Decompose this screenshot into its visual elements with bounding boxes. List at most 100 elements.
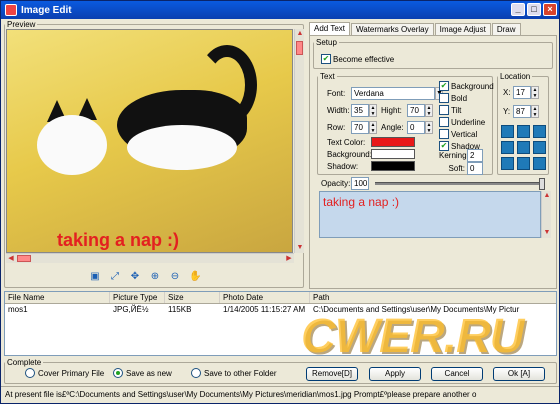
- text-content-scrollbar[interactable]: ▲ ▼: [541, 191, 551, 238]
- save-to-other-folder-label: Save to other Folder: [204, 368, 277, 378]
- radio-icon[interactable]: [25, 368, 35, 378]
- font-select[interactable]: Verdana: [351, 87, 435, 100]
- cell-size: 115KB: [168, 305, 192, 314]
- option-tilt-checkbox[interactable]: Tilt: [439, 105, 461, 115]
- zoom-out-icon[interactable]: ⊖: [169, 271, 181, 283]
- save-to-other-folder-radio[interactable]: Save to other Folder: [191, 368, 276, 378]
- hight-input[interactable]: 70: [407, 104, 425, 117]
- kerning-input[interactable]: 2: [467, 149, 483, 162]
- angle-spinner[interactable]: ▲ ▼: [425, 121, 433, 134]
- position-cell[interactable]: [517, 141, 530, 154]
- checkbox-icon[interactable]: [439, 93, 449, 103]
- row-input[interactable]: 70: [351, 121, 369, 134]
- location-x-input[interactable]: 17: [513, 86, 531, 99]
- hight-spinner[interactable]: ▲ ▼: [425, 104, 433, 117]
- checkbox-icon[interactable]: [439, 117, 449, 127]
- apply-button[interactable]: Apply: [369, 367, 421, 381]
- move-icon[interactable]: ✥: [129, 271, 141, 283]
- opacity-slider-track[interactable]: [375, 182, 543, 185]
- hand-icon[interactable]: ✋: [189, 271, 201, 283]
- position-cell[interactable]: [533, 157, 546, 170]
- width-input[interactable]: 35: [351, 104, 369, 117]
- position-cell[interactable]: [533, 125, 546, 138]
- setup-legend: Setup: [316, 38, 337, 47]
- cancel-button[interactable]: Cancel: [431, 367, 483, 381]
- angle-input[interactable]: 0: [407, 121, 425, 134]
- cover-primary-label: Cover Primary File: [38, 368, 105, 378]
- option-background-checkbox[interactable]: ✔ Background: [439, 81, 494, 91]
- scroll-down-icon[interactable]: ▼: [542, 228, 552, 238]
- checkbox-checked-icon[interactable]: ✔: [439, 81, 449, 91]
- tab-watermarks-overlay[interactable]: Watermarks Overlay: [350, 23, 434, 35]
- ok-button[interactable]: Ok [A]: [493, 367, 545, 381]
- minimize-button[interactable]: _: [511, 3, 525, 16]
- become-effective-checkbox[interactable]: ✔ Become effective: [321, 54, 394, 64]
- position-cell[interactable]: [501, 157, 514, 170]
- row-spinner[interactable]: ▲ ▼: [369, 121, 377, 134]
- column-photo-date[interactable]: Photo Date: [220, 292, 310, 303]
- background-color-label: Background:: [327, 149, 372, 159]
- option-label: Bold: [451, 93, 468, 103]
- location-y-spinner[interactable]: ▲ ▼: [531, 105, 539, 118]
- fit-icon[interactable]: ⤢: [109, 271, 121, 283]
- maximize-button[interactable]: □: [527, 3, 541, 16]
- save-as-new-radio[interactable]: Save as new: [113, 368, 172, 378]
- tab-draw[interactable]: Draw: [491, 23, 521, 35]
- option-bold-checkbox[interactable]: Bold: [439, 93, 467, 103]
- image-edit-window: Image Edit _ □ × Preview taking a nap :)…: [0, 0, 560, 404]
- position-cell[interactable]: [501, 125, 514, 138]
- option-underline-checkbox[interactable]: Underline: [439, 117, 485, 127]
- scroll-thumb[interactable]: [296, 41, 303, 55]
- complete-legend: Complete: [7, 358, 42, 367]
- tab-image-adjust[interactable]: Image Adjust: [434, 23, 491, 35]
- preview-horizontal-scrollbar[interactable]: ◀ ▶: [6, 253, 294, 263]
- position-cell[interactable]: [517, 157, 530, 170]
- scroll-right-icon[interactable]: ▶: [284, 254, 294, 264]
- option-label: Tilt: [451, 105, 462, 115]
- scroll-up-icon[interactable]: ▲: [295, 29, 305, 39]
- location-y-input[interactable]: 87: [513, 105, 531, 118]
- checkbox-icon[interactable]: [439, 105, 449, 115]
- scroll-up-icon[interactable]: ▲: [542, 191, 552, 201]
- checkbox-checked-icon[interactable]: ✔: [321, 54, 331, 64]
- file-list-header: File Name Picture Type Size Photo Date P…: [5, 292, 556, 304]
- position-cell[interactable]: [517, 125, 530, 138]
- scroll-thumb[interactable]: [17, 255, 31, 262]
- scroll-left-icon[interactable]: ◀: [6, 254, 16, 264]
- tab-add-text[interactable]: Add Text: [309, 22, 350, 35]
- column-path[interactable]: Path: [310, 292, 556, 303]
- remove-button[interactable]: Remove[D]: [306, 367, 358, 381]
- shadow-color-swatch[interactable]: [371, 161, 415, 171]
- position-cell[interactable]: [501, 141, 514, 154]
- text-legend: Text: [320, 72, 335, 81]
- position-grid: [501, 125, 546, 170]
- width-spinner[interactable]: ▲ ▼: [369, 104, 377, 117]
- opacity-slider-handle[interactable]: [539, 177, 545, 190]
- radio-icon[interactable]: [191, 368, 201, 378]
- option-vertical-checkbox[interactable]: Vertical: [439, 129, 477, 139]
- column-size[interactable]: Size: [165, 292, 220, 303]
- column-picture-type[interactable]: Picture Type: [110, 292, 165, 303]
- opacity-input[interactable]: 100: [351, 177, 369, 190]
- cover-primary-radio[interactable]: Cover Primary File: [25, 368, 104, 378]
- close-button[interactable]: ×: [543, 3, 557, 16]
- preview-vertical-scrollbar[interactable]: ▲ ▼: [294, 29, 304, 253]
- scroll-down-icon[interactable]: ▼: [295, 243, 305, 253]
- background-color-swatch[interactable]: [371, 149, 415, 159]
- text-content-input[interactable]: taking a nap :): [319, 191, 541, 238]
- option-label: Vertical: [451, 129, 478, 139]
- zoom-in-icon[interactable]: ⊕: [149, 271, 161, 283]
- text-color-swatch[interactable]: [371, 137, 415, 147]
- soft-input[interactable]: 0: [467, 162, 483, 175]
- image-icon[interactable]: ▣: [89, 271, 101, 283]
- column-file-name[interactable]: File Name: [5, 292, 110, 303]
- save-as-new-label: Save as new: [126, 368, 172, 378]
- preview-image[interactable]: taking a nap :): [6, 29, 293, 253]
- radio-selected-icon[interactable]: [113, 368, 123, 378]
- location-x-spinner[interactable]: ▲ ▼: [531, 86, 539, 99]
- cell-picture-type: JPG,ЙЁ½: [113, 305, 149, 314]
- option-label: Background: [451, 81, 494, 91]
- position-cell[interactable]: [533, 141, 546, 154]
- row-label: Row:: [327, 123, 346, 132]
- checkbox-icon[interactable]: [439, 129, 449, 139]
